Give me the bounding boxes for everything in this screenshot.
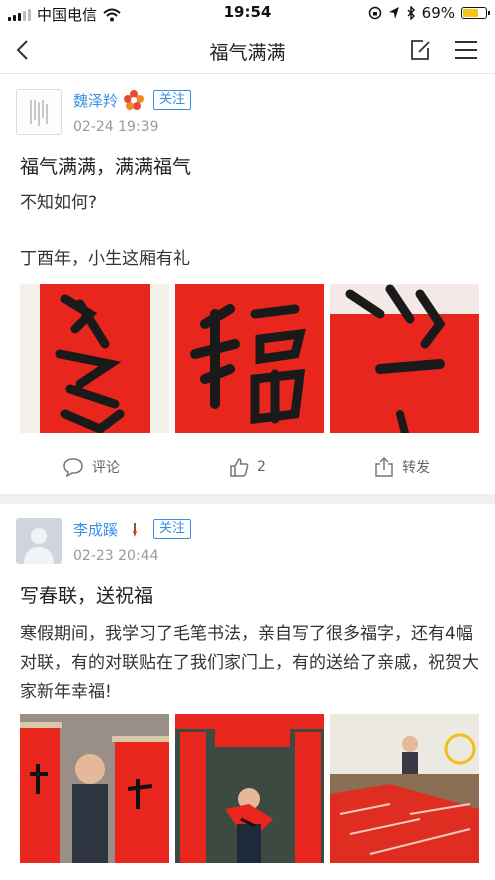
photo-grid (20, 284, 479, 433)
photo-thumbnail[interactable] (175, 284, 324, 433)
comment-button[interactable]: 评论 (62, 447, 120, 487)
like-button[interactable]: 2 (229, 447, 266, 487)
edit-icon[interactable] (409, 38, 433, 62)
menu-icon[interactable] (453, 38, 479, 62)
post-body-line: 丁酉年，小生这厢有礼 (20, 249, 190, 269)
bluetooth-icon (407, 6, 415, 20)
post-time: 02-23 20:44 (73, 548, 159, 564)
thumbs-up-icon (230, 458, 249, 477)
divider (0, 494, 495, 504)
follow-button[interactable]: 关注 (153, 90, 192, 110)
location-icon (388, 7, 399, 19)
follow-button[interactable]: 关注 (153, 519, 192, 539)
post-card: 魏泽羚 关注 02-24 19:39 福气满满，满满福气 不知如何? 丁酉年，小… (0, 75, 495, 490)
post-card: 李成蹊 关注 02-23 20:44 写春联，送祝福 寒假期间，我学习了毛笔书法… (0, 504, 495, 880)
post-title: 写春联，送祝福 (20, 585, 154, 607)
post-time: 02-24 19:39 (73, 119, 159, 135)
post-body: 寒假期间，我学习了毛笔书法，亲自写了很多福字，还有4幅对联，有的对联贴在了我们家… (20, 624, 479, 702)
photo-thumbnail[interactable] (330, 284, 479, 433)
comment-label: 评论 (92, 460, 120, 476)
photo-thumbnail[interactable] (20, 284, 169, 433)
brush-badge-icon (133, 523, 137, 537)
status-bar: 中国电信 19:54 69% (0, 0, 495, 26)
orientation-lock-icon (368, 6, 381, 20)
battery-percent: 69% (421, 4, 455, 22)
share-button[interactable]: 转发 (374, 447, 430, 487)
nav-bar: 福气满满 (0, 26, 495, 74)
comment-icon (63, 458, 83, 477)
share-label: 转发 (402, 460, 430, 476)
avatar[interactable] (16, 518, 62, 564)
avatar[interactable] (16, 89, 62, 135)
like-count: 2 (257, 459, 266, 475)
photo-thumbnail[interactable] (330, 714, 479, 863)
share-icon (375, 456, 393, 477)
user-name[interactable]: 魏泽羚 (73, 90, 118, 111)
post-actions: 评论 2 转发 (0, 447, 495, 487)
flower-badge-icon (124, 90, 144, 110)
post-title: 福气满满，满满福气 (20, 156, 192, 178)
photo-thumbnail[interactable] (175, 714, 324, 863)
photo-grid (20, 714, 479, 863)
post-body-line: 不知如何? (20, 193, 98, 213)
post-body: 不知如何? 丁酉年，小生这厢有礼 (20, 189, 480, 273)
user-name[interactable]: 李成蹊 (73, 519, 118, 540)
post-body-line (20, 217, 480, 245)
battery-icon (461, 7, 490, 19)
photo-thumbnail[interactable] (20, 714, 169, 863)
